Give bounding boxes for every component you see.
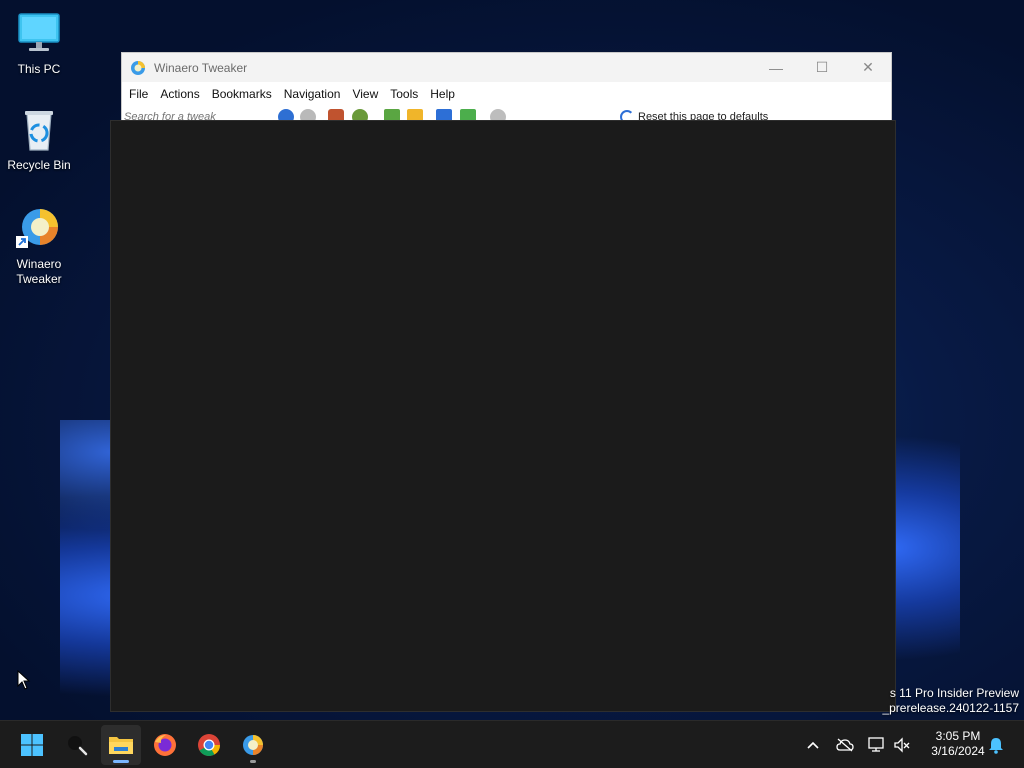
folder-icon [109,737,133,754]
winaero-tweaker-icon [15,205,63,253]
taskbar-chrome[interactable] [189,725,229,765]
dark-overlay-panel [110,120,896,712]
start-button[interactable] [12,725,52,765]
taskbar-winaero-tweaker[interactable] [233,725,273,765]
winaero-tweaker-icon [243,735,263,755]
menu-tools[interactable]: Tools [384,82,424,106]
minimize-button[interactable]: — [753,53,799,82]
desktop-icon-this-pc[interactable]: This PC [1,10,77,77]
close-button[interactable]: ✕ [845,53,891,82]
menu-bookmarks[interactable]: Bookmarks [206,82,278,106]
menu-file[interactable]: File [123,82,154,106]
search-button[interactable] [57,725,97,765]
recycle-bin-icon [15,106,63,154]
desktop-icon-label: This PC [17,62,61,76]
taskbar-file-explorer[interactable] [101,725,141,765]
active-indicator [113,760,129,763]
running-indicator [250,760,256,763]
winaero-tweaker-icon [130,60,146,76]
menu-actions[interactable]: Actions [154,82,205,106]
network-icon[interactable] [867,735,887,755]
menu-navigation[interactable]: Navigation [278,82,347,106]
window-title: Winaero Tweaker [154,60,248,75]
watermark-line-2: _prerelease.240122-1157 [882,701,1019,715]
search-icon [68,736,88,756]
desktop-icon-winaero-tweaker[interactable]: Winaero Tweaker [1,205,77,287]
taskbar: 3:05 PM 3/16/2024 [0,720,1024,768]
chevron-up-icon[interactable] [803,735,823,755]
menu-bar: File Actions Bookmarks Navigation View T… [122,82,891,106]
firefox-icon [154,734,176,756]
chrome-icon [198,734,220,756]
window-titlebar[interactable]: Winaero Tweaker — ☐ ✕ [122,53,891,82]
maximize-button[interactable]: ☐ [799,53,845,82]
winaero-tweaker-window[interactable]: Winaero Tweaker — ☐ ✕ File Actions Bookm… [121,52,892,122]
monitor-icon [15,10,63,58]
mouse-cursor-icon [17,670,31,690]
speaker-muted-icon[interactable] [892,735,912,755]
menu-view[interactable]: View [346,82,384,106]
desktop-icon-label: Recycle Bin [7,158,71,172]
desktop-icon-recycle-bin[interactable]: Recycle Bin [1,106,77,173]
bell-icon[interactable] [986,735,1006,755]
desktop-icon-label: Winaero Tweaker [16,257,62,286]
windows-watermark: s 11 Pro Insider Preview _prerelease.240… [882,686,1019,716]
onedrive-icon[interactable] [835,735,855,755]
watermark-line-1: s 11 Pro Insider Preview [889,686,1019,700]
taskbar-firefox[interactable] [145,725,185,765]
menu-help[interactable]: Help [424,82,461,106]
windows-start-icon [21,734,43,756]
